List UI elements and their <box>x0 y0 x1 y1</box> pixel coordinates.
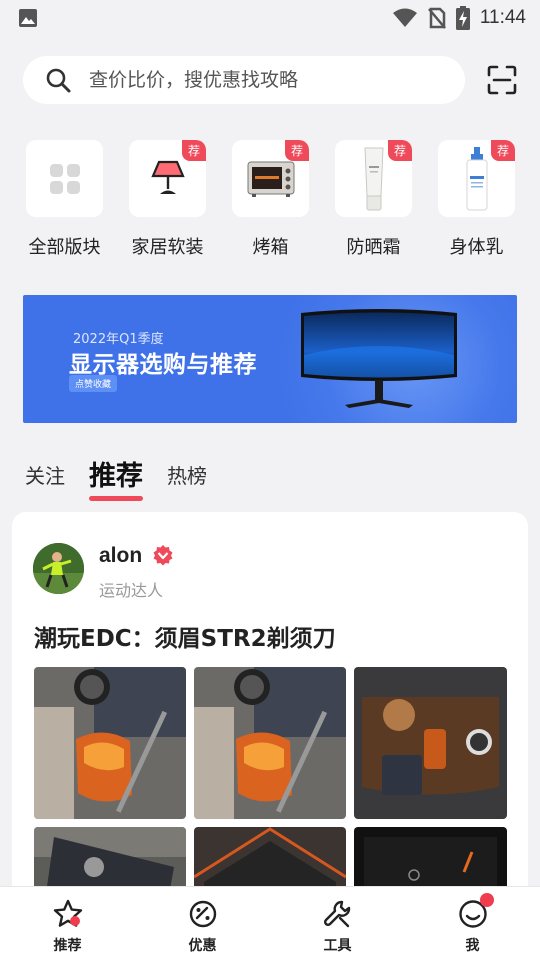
verified-badge-icon <box>153 545 173 566</box>
monitor-image <box>301 309 457 408</box>
nav-me[interactable]: 我 <box>405 887 540 960</box>
category-oven[interactable]: 荐 烤箱 <box>219 140 322 259</box>
no-sim-icon <box>427 7 446 29</box>
category-tile: 荐 <box>335 140 412 217</box>
recommend-badge: 荐 <box>491 140 515 161</box>
bottom-nav: 推荐 优惠 工具 我 <box>0 886 540 960</box>
post-image[interactable] <box>34 667 186 819</box>
scan-icon[interactable] <box>487 65 517 95</box>
nav-recommend[interactable]: 推荐 <box>0 887 135 960</box>
tab-recommend[interactable]: 推荐 <box>89 454 143 501</box>
category-tile <box>26 140 103 217</box>
status-time: 11:44 <box>479 7 526 28</box>
category-all[interactable]: 全部版块 <box>13 140 116 259</box>
category-sunscreen[interactable]: 荐 防晒霜 <box>322 140 425 259</box>
category-home-decor[interactable]: 荐 家居软装 <box>116 140 219 259</box>
search-input[interactable] <box>89 69 429 91</box>
wifi-icon <box>392 8 417 27</box>
avatar-image <box>33 543 84 594</box>
oven-icon <box>247 161 294 197</box>
nav-deals[interactable]: 优惠 <box>135 887 270 960</box>
search-row <box>23 56 517 104</box>
category-label: 防晒霜 <box>346 237 401 258</box>
wrench-icon <box>323 900 350 928</box>
post-title[interactable]: 潮玩EDC：须眉STR2剃须刀 <box>34 619 336 653</box>
coupon-icon <box>189 900 216 928</box>
star-icon <box>53 899 82 927</box>
tab-hot[interactable]: 热榜 <box>167 460 207 495</box>
category-tile: 荐 <box>129 140 206 217</box>
post-image[interactable] <box>194 667 346 819</box>
category-body-lotion[interactable]: 荐 身体乳 <box>425 140 528 259</box>
gallery-icon <box>19 9 37 27</box>
nav-label: 我 <box>465 938 480 954</box>
battery-charging-icon <box>455 6 470 30</box>
nav-label: 工具 <box>323 938 352 954</box>
notification-dot <box>479 893 494 907</box>
feed-tabs: 关注 推荐 热榜 <box>25 454 231 501</box>
body-lotion-icon <box>466 146 487 210</box>
recommend-badge: 荐 <box>388 140 412 161</box>
nav-label: 优惠 <box>188 938 217 954</box>
category-label: 家居软装 <box>131 237 204 258</box>
category-row: 全部版块 荐 家居软装 荐 烤箱 荐 防晒霜 荐 身体乳 <box>23 140 540 259</box>
nav-tools[interactable]: 工具 <box>270 887 405 960</box>
avatar[interactable] <box>33 543 84 594</box>
lamp-icon <box>150 160 185 194</box>
recommend-badge: 荐 <box>182 140 206 161</box>
author-title: 运动达人 <box>99 581 164 600</box>
search-icon <box>46 68 71 93</box>
author-name[interactable]: alon <box>99 544 142 568</box>
promo-banner[interactable]: 2022年Q1季度 显示器选购与推荐 点赞收藏 <box>23 295 517 423</box>
tab-follow[interactable]: 关注 <box>25 460 65 495</box>
category-label: 身体乳 <box>449 237 504 258</box>
sunscreen-icon <box>363 147 384 210</box>
category-tile: 荐 <box>232 140 309 217</box>
status-bar: 11:44 <box>0 0 540 36</box>
category-label: 全部版块 <box>28 237 101 258</box>
banner-pill: 点赞收藏 <box>69 375 118 392</box>
nav-me-icon-wrap <box>458 893 494 929</box>
grid-icon <box>49 163 80 194</box>
recommend-badge: 荐 <box>285 140 309 161</box>
category-tile: 荐 <box>438 140 515 217</box>
search-box[interactable] <box>23 56 465 104</box>
nav-label: 推荐 <box>53 938 82 954</box>
category-label: 烤箱 <box>252 237 289 258</box>
post-card[interactable]: alon 运动达人 潮玩EDC：须眉STR2剃须刀 <box>12 512 528 932</box>
banner-title: 显示器选购与推荐 <box>69 352 257 378</box>
post-image[interactable] <box>354 667 507 819</box>
